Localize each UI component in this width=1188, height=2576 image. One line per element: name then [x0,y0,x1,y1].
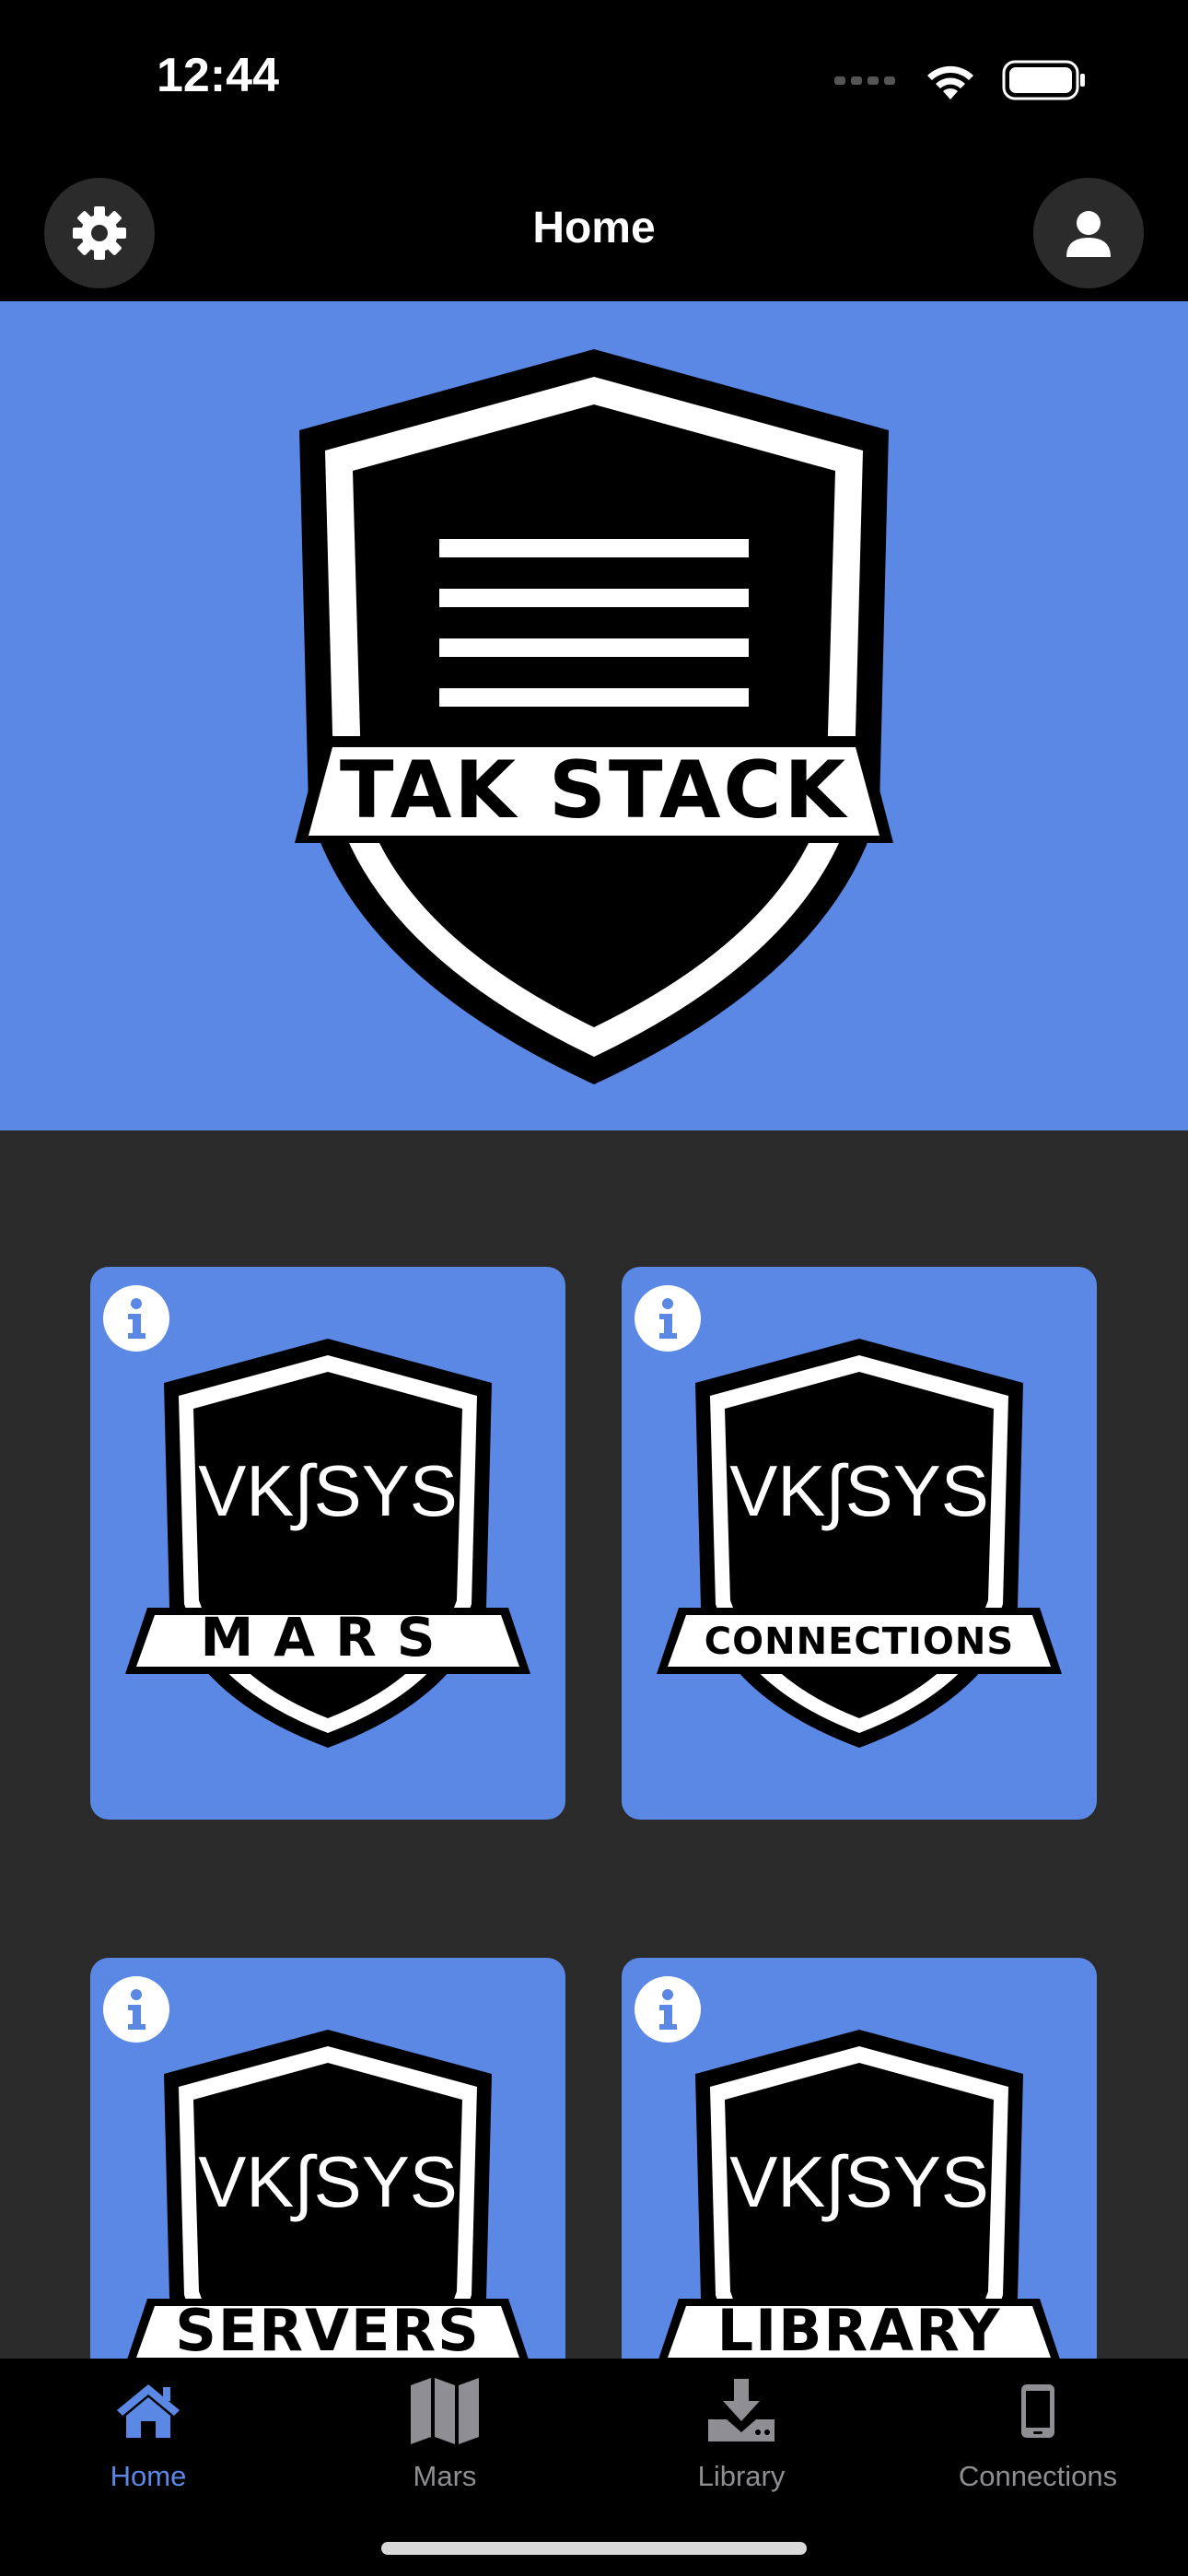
tile-label: MARS [200,1606,455,1669]
phone-icon [1021,2384,1054,2438]
tab-label: Connections [958,2460,1118,2492]
tak-stack-logo: TAK STACK [295,349,893,1084]
tab-connections[interactable]: Connections [890,2370,1186,2508]
tab-label: Home [110,2460,187,2492]
tile-mars[interactable]: VK∫SYS MARS [90,1267,565,1820]
connections-badge: VK∫SYS CONNECTIONS [657,1339,1062,1748]
cellular-signal-icon [834,76,895,85]
tab-label: Library [697,2460,786,2492]
tile-label: LIBRARY [717,2297,1002,2364]
tab-mars[interactable]: Mars [297,2370,593,2508]
tile-connections[interactable]: VK∫SYS CONNECTIONS [622,1267,1097,1820]
page-title: Home [532,204,656,252]
tile-brand: VK∫SYS [198,1450,458,1531]
battery-icon [1002,60,1085,100]
mars-badge: VK∫SYS MARS [125,1339,530,1748]
tile-brand: VK∫SYS [729,2141,989,2222]
map-icon [411,2378,479,2444]
download-icon [708,2379,775,2441]
tile-label: SERVERS [175,2297,480,2364]
status-icons [834,57,1087,103]
tile-brand: VK∫SYS [198,2141,458,2222]
person-icon [1066,211,1111,257]
house-icon [117,2384,180,2438]
status-time: 12:44 [157,49,279,102]
wifi-icon [927,65,973,100]
profile-button[interactable] [1033,178,1144,288]
status-bar: 12:44 [0,0,1188,157]
tile-brand: VK∫SYS [729,1450,989,1531]
tab-home[interactable]: Home [0,2370,297,2508]
hero-banner: TAK STACK [0,301,1188,1130]
hero-logo-text: TAK STACK [340,744,849,837]
home-indicator [381,2542,807,2555]
tab-library[interactable]: Library [593,2370,890,2508]
tile-label: CONNECTIONS [705,1621,1014,1663]
tab-label: Mars [413,2460,477,2492]
nav-bar: Home [0,157,1188,301]
